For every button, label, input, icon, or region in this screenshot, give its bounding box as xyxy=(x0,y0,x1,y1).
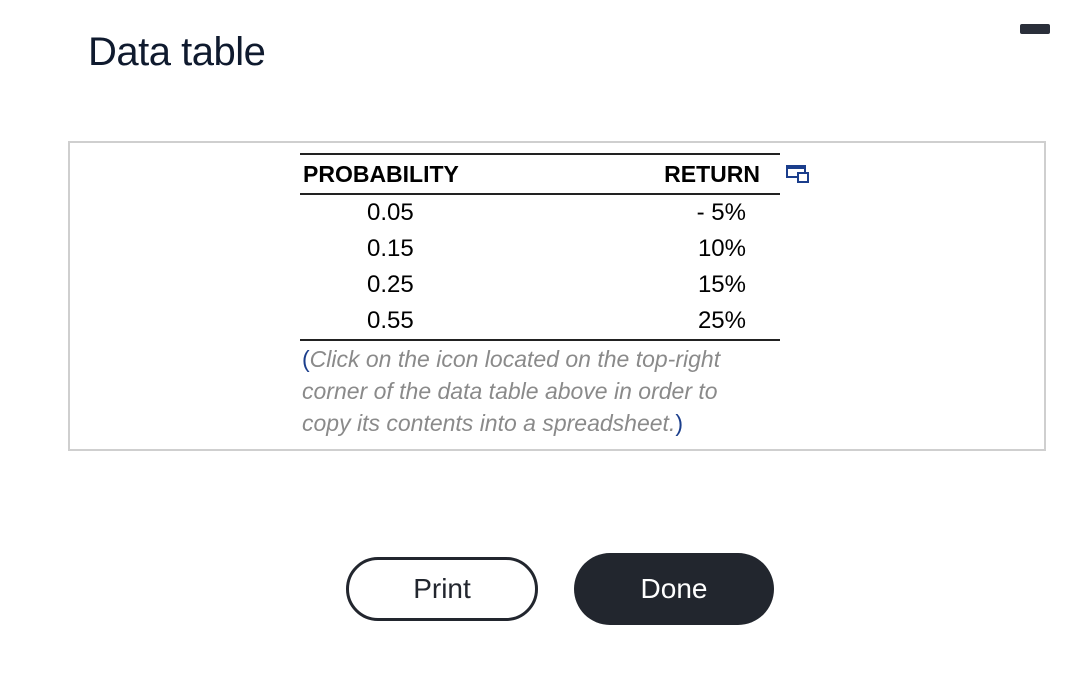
copy-to-spreadsheet-icon[interactable] xyxy=(786,163,810,185)
cell-return: 10% xyxy=(697,235,746,262)
data-table-container: PROBABILITY RETURN 0.05 - 5% 0.15 10% 0.… xyxy=(300,153,780,341)
cell-return: - 5% xyxy=(696,199,746,226)
cell-probability: 0.55 xyxy=(367,307,414,334)
minimize-icon[interactable] xyxy=(1020,24,1050,34)
table-row: 0.25 15% xyxy=(300,267,780,303)
table-row: 0.55 25% xyxy=(300,303,780,340)
cell-probability: 0.05 xyxy=(367,199,414,226)
header-return: RETURN xyxy=(664,160,760,187)
cell-probability: 0.15 xyxy=(367,235,414,262)
copy-instructions-note: (Click on the icon located on the top-ri… xyxy=(302,343,782,439)
header-probability: PROBABILITY xyxy=(303,160,459,187)
data-table: PROBABILITY RETURN 0.05 - 5% 0.15 10% 0.… xyxy=(300,153,780,341)
table-header-row: PROBABILITY RETURN xyxy=(300,154,780,194)
note-line-1: Click on the icon located on the top-rig… xyxy=(309,346,721,372)
table-row: 0.05 - 5% xyxy=(300,194,780,231)
dialog-title: Data table xyxy=(88,30,266,74)
done-button[interactable]: Done xyxy=(574,553,774,625)
cell-probability: 0.25 xyxy=(367,271,414,298)
cell-return: 25% xyxy=(697,307,746,334)
cell-return: 15% xyxy=(697,271,746,298)
table-row: 0.15 10% xyxy=(300,231,780,267)
note-line-2: corner of the data table above in order … xyxy=(302,378,718,404)
data-table-dialog: Data table PROBABILITY RETURN 0.05 - 5% … xyxy=(0,0,1086,676)
note-close-paren: ) xyxy=(675,410,684,436)
note-line-3: copy its contents into a spreadsheet. xyxy=(302,410,676,436)
print-button[interactable]: Print xyxy=(346,557,538,621)
note-open-paren: ( xyxy=(302,346,310,372)
